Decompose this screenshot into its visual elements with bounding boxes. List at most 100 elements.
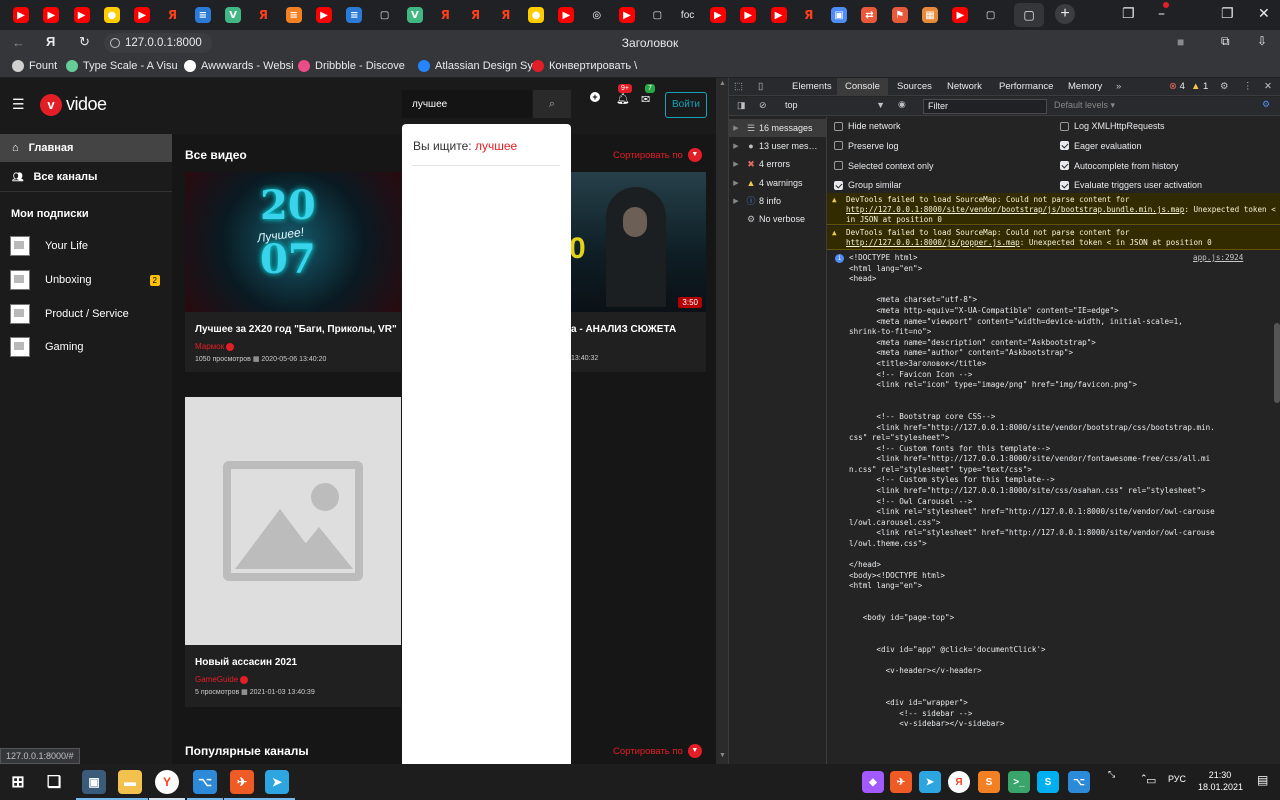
browser-tab[interactable]: V bbox=[220, 3, 246, 27]
menu-icon[interactable]: ☰ bbox=[12, 96, 25, 113]
tab-network[interactable]: Network bbox=[947, 81, 982, 92]
console-setting-checkbox[interactable]: Eager evaluation bbox=[1060, 141, 1142, 151]
browser-tab[interactable]: ▶ bbox=[69, 3, 95, 27]
close-devtools-icon[interactable]: ✕ bbox=[1264, 81, 1272, 92]
figma-icon[interactable]: ◆ bbox=[862, 771, 884, 793]
browser-tab[interactable]: ▶ bbox=[38, 3, 64, 27]
tab-memory[interactable]: Memory bbox=[1068, 81, 1102, 92]
browser-tab[interactable]: ▶ bbox=[553, 3, 579, 27]
maximize-button[interactable]: ❐ bbox=[1221, 6, 1234, 22]
console-scrollbar[interactable] bbox=[1274, 323, 1280, 403]
video-thumbnail[interactable] bbox=[185, 397, 401, 645]
gear-icon[interactable]: ⚙ bbox=[1220, 81, 1229, 92]
vscode-icon[interactable]: ⌥ bbox=[1068, 771, 1090, 793]
browser-tab[interactable]: Я bbox=[432, 3, 458, 27]
browser-tab[interactable]: Я bbox=[493, 3, 519, 27]
browser-tab[interactable]: ▶ bbox=[311, 3, 337, 27]
postman-icon[interactable]: ✈ bbox=[890, 771, 912, 793]
browser-tab[interactable]: ▢ bbox=[372, 3, 398, 27]
video-channel[interactable]: Мармок bbox=[195, 342, 235, 351]
device-toolbar-icon[interactable]: ▯ bbox=[758, 81, 763, 92]
sidebar-item-channels[interactable]: 👥︎ Все каналы bbox=[0, 163, 172, 191]
bookmark-item[interactable]: Dribbble - Discove bbox=[298, 60, 405, 72]
tab-performance[interactable]: Performance bbox=[999, 81, 1053, 92]
logo-text[interactable]: vidoe bbox=[66, 94, 107, 115]
checkbox[interactable] bbox=[834, 121, 843, 131]
browser-tab[interactable]: ▶ bbox=[614, 3, 640, 27]
more-tabs-icon[interactable]: » bbox=[1116, 81, 1121, 92]
bookmark-item[interactable]: Конвертировать \ bbox=[532, 60, 637, 72]
browser-tab[interactable]: ▶ bbox=[766, 3, 792, 27]
video-card[interactable]: Новый ассасин 2021 GameGuide 5 просмотро… bbox=[185, 397, 401, 707]
browser-tab[interactable]: ▢ bbox=[644, 3, 670, 27]
bookmark-item[interactable]: Type Scale - A Visu bbox=[66, 60, 178, 72]
cmd-icon[interactable]: ▣ bbox=[82, 770, 106, 794]
browser-tab[interactable]: Я bbox=[796, 3, 822, 27]
browser-tab[interactable]: ▣ bbox=[826, 3, 852, 27]
reload-icon[interactable]: ↻ bbox=[79, 34, 90, 50]
bookmark-icon[interactable]: ■ bbox=[1177, 35, 1184, 49]
back-icon[interactable]: ← bbox=[12, 35, 25, 50]
video-title[interactable]: Лучшее за 2Х20 год "Баги, Приколы, VR" bbox=[195, 324, 397, 335]
task-view-icon[interactable]: ❏ bbox=[42, 770, 66, 794]
clock[interactable]: 21:30 18.01.2021 bbox=[1198, 769, 1243, 793]
skype-icon[interactable]: S bbox=[1037, 771, 1059, 793]
context-select[interactable]: top ▼ bbox=[781, 99, 885, 113]
checkbox[interactable] bbox=[834, 141, 843, 151]
levels-select[interactable]: Default levels ▾ bbox=[1054, 100, 1115, 111]
console-setting-checkbox[interactable]: Autocomplete from history bbox=[1060, 161, 1179, 171]
yandex-home-icon[interactable]: Я bbox=[46, 34, 55, 49]
login-button[interactable]: Войти bbox=[665, 92, 707, 118]
notification-center-icon[interactable]: ▤ bbox=[1257, 773, 1268, 787]
browser-tab[interactable]: ▶ bbox=[947, 3, 973, 27]
search-button[interactable]: ⌕ bbox=[533, 90, 571, 118]
browser-tab[interactable]: ▢ bbox=[978, 3, 1004, 27]
video-thumbnail[interactable]: 20 07 Лучшее! bbox=[185, 172, 401, 312]
browser-tab[interactable]: ▶ bbox=[8, 3, 34, 27]
telegram-icon[interactable]: ➤ bbox=[265, 770, 289, 794]
console-filter-item[interactable]: ▶ ● 13 user mes… bbox=[729, 137, 827, 155]
video-title[interactable]: а - АНАЛИЗ СЮЖЕТА bbox=[571, 324, 676, 335]
bell-icon[interactable]: 🔔︎ bbox=[616, 92, 630, 105]
window-restore-icon[interactable]: ❐ bbox=[1122, 6, 1135, 22]
browser-tab[interactable]: ⚑ bbox=[887, 3, 913, 27]
language-indicator[interactable]: РУС bbox=[1168, 774, 1186, 784]
browser-tab[interactable]: ≡ bbox=[190, 3, 216, 27]
start-icon[interactable]: ⊞ bbox=[6, 770, 30, 794]
subscription-item[interactable]: Unboxing 2 bbox=[10, 270, 160, 290]
video-channel[interactable]: GameGuide bbox=[195, 675, 249, 684]
browser-tab[interactable]: ≡ bbox=[341, 3, 367, 27]
browser-tab[interactable]: ▦ bbox=[917, 3, 943, 27]
terminal-icon[interactable]: >_ bbox=[1008, 771, 1030, 793]
console-filter-item[interactable]: ▶ ⓘ 8 info bbox=[729, 192, 827, 210]
logo-icon[interactable]: v bbox=[40, 94, 62, 116]
search-input[interactable]: лучшее bbox=[402, 90, 532, 118]
console-filter-item[interactable]: ⚙ No verbose bbox=[729, 210, 827, 228]
add-video-icon[interactable]: + bbox=[590, 92, 600, 102]
inspect-icon[interactable]: ⬚ bbox=[734, 81, 743, 92]
browser-tab[interactable]: ● bbox=[523, 3, 549, 27]
sort-button[interactable]: Сортировать по ▼ bbox=[613, 148, 702, 162]
vscode-icon[interactable]: ⌥ bbox=[193, 770, 217, 794]
bookmark-item[interactable]: Atlassian Design Sy bbox=[418, 60, 533, 72]
browser-tab[interactable]: ▶ bbox=[735, 3, 761, 27]
video-card[interactable]: 20 07 Лучшее! Лучшее за 2Х20 год "Баги, … bbox=[185, 172, 401, 372]
browser-tab[interactable]: ◎ bbox=[584, 3, 610, 27]
console-setting-checkbox[interactable]: Log XMLHttpRequests bbox=[1060, 121, 1165, 131]
browser-tab[interactable]: ● bbox=[99, 3, 125, 27]
browser-tab[interactable]: ▶ bbox=[129, 3, 155, 27]
console-setting-checkbox[interactable]: Evaluate triggers user activation bbox=[1060, 180, 1202, 190]
console-setting-checkbox[interactable]: Preserve log bbox=[834, 141, 899, 151]
console-filter-item[interactable]: ▶ ▲ 4 warnings bbox=[729, 174, 827, 192]
envelope-icon[interactable]: ✉ bbox=[641, 93, 650, 106]
tab-console[interactable]: Console bbox=[837, 78, 888, 96]
video-thumbnail[interactable]: 0 3:50 bbox=[571, 172, 706, 312]
page-scrollbar[interactable]: ▲ ▼ bbox=[716, 78, 728, 764]
console-setting-checkbox[interactable]: Group similar bbox=[834, 180, 902, 190]
sidebar-toggle-icon[interactable]: ◨ bbox=[737, 100, 746, 111]
minimize-button[interactable]: – bbox=[1158, 6, 1165, 22]
browser-tab[interactable]: ▶ bbox=[705, 3, 731, 27]
settings-icon[interactable]: ⚙ bbox=[1262, 99, 1270, 110]
subscription-item[interactable]: Your Life bbox=[10, 236, 160, 256]
close-window-button[interactable]: ✕ bbox=[1258, 6, 1270, 22]
